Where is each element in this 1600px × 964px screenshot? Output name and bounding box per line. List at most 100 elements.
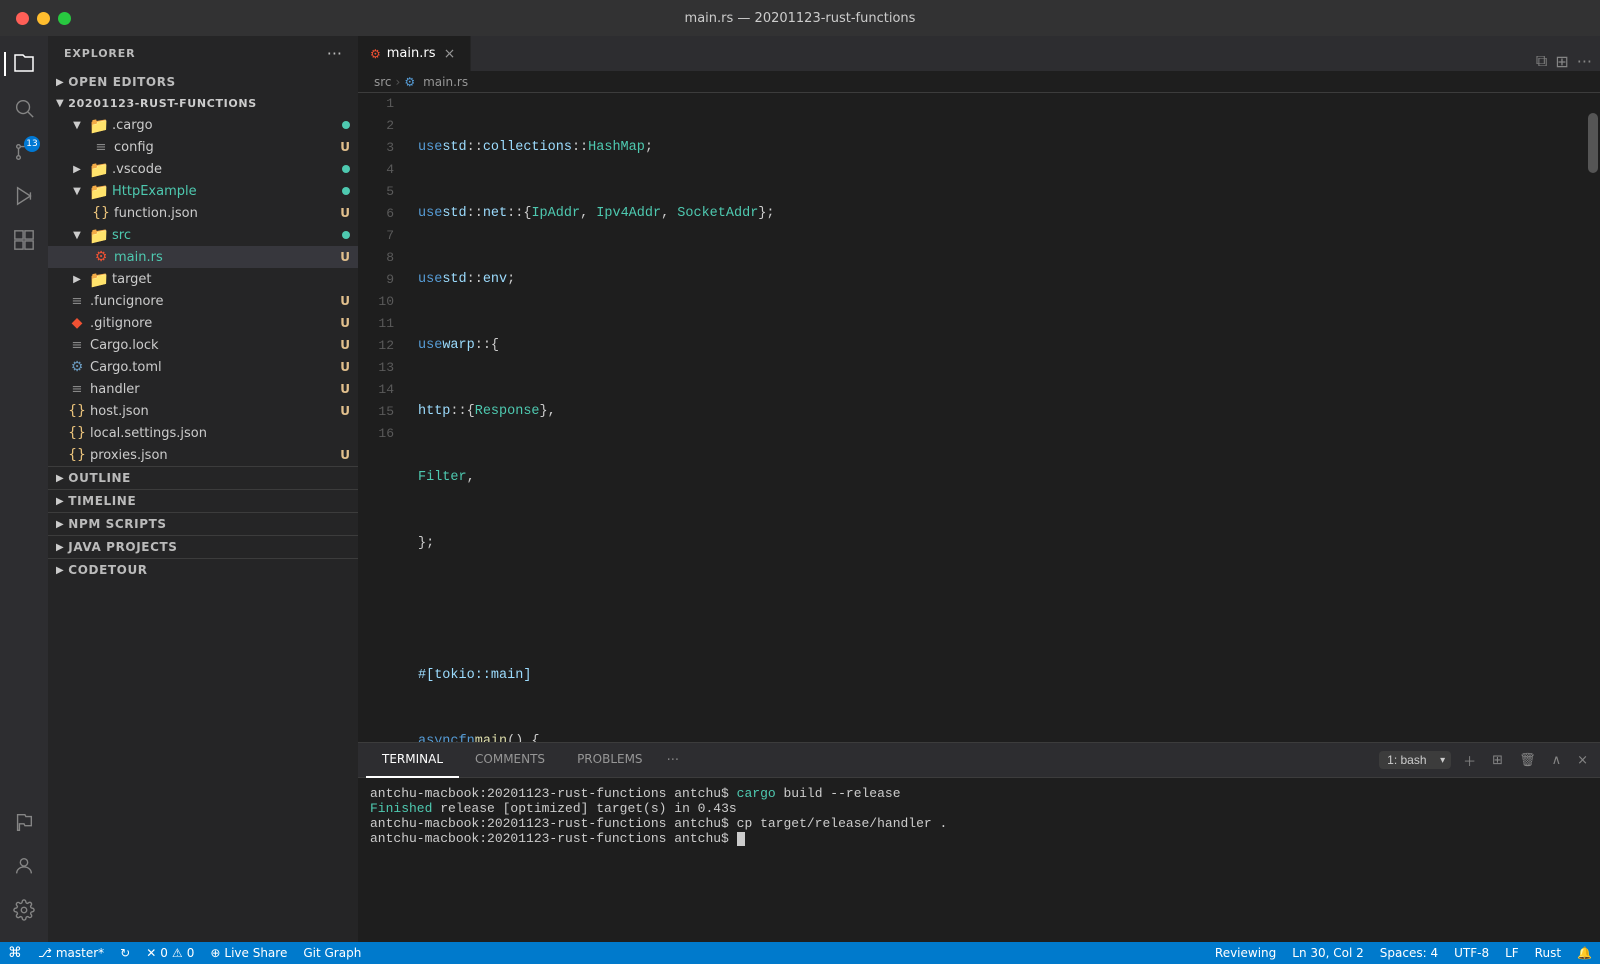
activity-source-control[interactable]: 13 [4,132,44,172]
tree-item-label: .funcignore [90,294,340,309]
status-sync[interactable]: ↻ [112,942,138,964]
activity-extensions[interactable] [4,220,44,260]
activity-run[interactable] [4,176,44,216]
status-git-graph[interactable]: Git Graph [295,942,369,964]
split-editor-icon[interactable]: ⊞ [1555,52,1568,71]
activity-explorer[interactable] [4,44,44,84]
maximize-button[interactable] [58,12,71,25]
close-button[interactable] [16,12,29,25]
minimize-button[interactable] [37,12,50,25]
more-actions-icon[interactable]: ··· [1577,52,1592,71]
modified-badge: U [340,206,350,220]
split-terminal-icon[interactable]: ⊞ [1488,751,1507,770]
file-json-icon: {} [68,446,86,464]
delete-terminal-icon[interactable]: 🗑 [1515,751,1540,770]
chevron-down-icon: ▼ [56,98,64,109]
tree-item-cargo-toml[interactable]: ⚙ Cargo.toml U [48,356,358,378]
breadcrumb-src[interactable]: src [374,75,392,89]
tab-close-button[interactable]: × [442,46,458,62]
chevron-right-icon: ▶ [56,473,64,484]
tree-item-label: main.rs [114,250,340,265]
section-open-editors[interactable]: ▶ OPEN EDITORS [48,71,358,93]
breadcrumb-file[interactable]: main.rs [423,75,468,89]
modified-dot [342,121,350,129]
terminal-actions: 1: bash ＋ ⊞ 🗑 ∧ × [1379,749,1592,772]
modified-badge: U [340,316,350,330]
line-numbers: 12345 678910 1112131415 16 [358,93,406,742]
tree-item-httpexample[interactable]: ▼ 📁 HttpExample [48,180,358,202]
section-npm[interactable]: ▶ NPM SCRIPTS [48,512,358,535]
status-encoding[interactable]: UTF-8 [1446,942,1497,964]
code-editor: 12345 678910 1112131415 16 use std::coll… [358,93,1600,742]
status-live-share[interactable]: ⊕ Live Share [202,942,295,964]
activity-search[interactable] [4,88,44,128]
activity-extensions2[interactable] [4,802,44,842]
sidebar-content: ▶ OPEN EDITORS ▼ 20201123-RUST-FUNCTIONS… [48,71,358,942]
breadcrumb-sep: › [396,75,401,89]
tree-item-gitignore[interactable]: ◆ .gitignore U [48,312,358,334]
section-codetour[interactable]: ▶ CODETOUR [48,558,358,581]
tree-item-target[interactable]: ▶ 📁 target [48,268,358,290]
traffic-lights[interactable] [16,12,71,25]
status-errors[interactable]: ✕ 0 ⚠ 0 [138,942,202,964]
activity-account[interactable] [4,846,44,886]
status-bar: ⌘ ⎇ master* ↻ ✕ 0 ⚠ 0 ⊕ Live Share Git G… [0,942,1600,964]
tree-item-config[interactable]: ≡ config U [48,136,358,158]
section-timeline[interactable]: ▶ TIMELINE [48,489,358,512]
status-remote[interactable]: ⌘ [0,942,30,964]
status-reviewing[interactable]: Reviewing [1207,942,1284,964]
tree-item-local-settings[interactable]: {} local.settings.json [48,422,358,444]
status-branch[interactable]: ⎇ master* [30,942,112,964]
eol-label: LF [1505,946,1519,960]
tab-main-rs[interactable]: ⚙ main.rs × [358,36,471,71]
remote-icon: ⌘ [8,945,22,961]
more-tabs-icon[interactable]: ··· [659,753,687,768]
terminal-line-1: antchu-macbook:20201123-rust-functions a… [370,786,1588,801]
maximize-panel-icon[interactable]: ∧ [1548,751,1566,770]
tree-item-vscode[interactable]: ▶ 📁 .vscode [48,158,358,180]
chevron-down-icon: ▼ [68,116,86,134]
sidebar-actions: ··· [327,44,342,63]
sidebar-header: EXPLORER ··· [48,36,358,71]
tree-item-host-json[interactable]: {} host.json U [48,400,358,422]
tree-item-src[interactable]: ▼ 📁 src [48,224,358,246]
close-panel-icon[interactable]: × [1573,751,1592,770]
section-project[interactable]: ▼ 20201123-RUST-FUNCTIONS [48,93,358,114]
status-position[interactable]: Ln 30, Col 2 [1284,942,1372,964]
tree-item-label: src [112,228,342,243]
reviewing-label: Reviewing [1215,946,1276,960]
section-outline[interactable]: ▶ OUTLINE [48,467,358,489]
section-java[interactable]: ▶ JAVA PROJECTS [48,535,358,558]
new-terminal-icon[interactable]: ＋ [1459,749,1480,772]
terminal-line-3: antchu-macbook:20201123-rust-functions a… [370,816,1588,831]
status-spaces[interactable]: Spaces: 4 [1372,942,1446,964]
comments-tab-label: COMMENTS [475,752,545,766]
activity-settings[interactable] [4,890,44,930]
tree-item-cargo[interactable]: ▼ 📁 .cargo [48,114,358,136]
project-label: 20201123-RUST-FUNCTIONS [68,97,257,110]
chevron-down-icon: ▼ [68,182,86,200]
shell-selector[interactable]: 1: bash [1379,751,1451,769]
file-tree: ▼ 📁 .cargo ≡ config U ▶ 📁 .vscode [48,114,358,466]
tab-problems[interactable]: PROBLEMS [561,743,659,778]
error-icon: ✕ [146,946,156,960]
tree-item-proxies-json[interactable]: {} proxies.json U [48,444,358,466]
tree-item-function-json[interactable]: {} function.json U [48,202,358,224]
tree-item-cargo-lock[interactable]: ≡ Cargo.lock U [48,334,358,356]
status-language[interactable]: Rust [1527,942,1569,964]
tab-comments[interactable]: COMMENTS [459,743,561,778]
diff-icon[interactable]: ⧉ [1536,51,1547,71]
tab-terminal[interactable]: TERMINAL [366,743,459,778]
file-git-icon: ◆ [68,314,86,332]
folder-icon: 📁 [90,226,108,244]
code-content[interactable]: use std::collections::HashMap; use std::… [406,93,1586,742]
tree-item-funcignore[interactable]: ≡ .funcignore U [48,290,358,312]
status-bell[interactable]: 🔔 [1569,942,1600,964]
file-settings-icon: ⚙ [68,358,86,376]
tree-item-main-rs[interactable]: ⚙ main.rs U [48,246,358,268]
status-eol[interactable]: LF [1497,942,1527,964]
terminal-content[interactable]: antchu-macbook:20201123-rust-functions a… [358,778,1600,942]
editor-scrollbar[interactable] [1586,93,1600,742]
sidebar-more-icon[interactable]: ··· [327,44,342,63]
tree-item-handler[interactable]: ≡ handler U [48,378,358,400]
